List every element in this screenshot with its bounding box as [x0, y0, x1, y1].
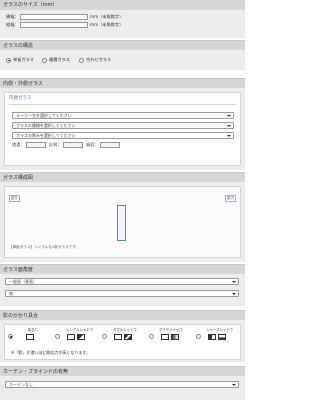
shadow-note: ※「影」が濃いほど熱応力が高くなります。 — [11, 350, 90, 355]
shadow-single-icon — [77, 334, 85, 340]
shadow-label-none: 影なし — [28, 328, 39, 332]
incidence-section-header: ガラス面角度 — [0, 264, 245, 274]
shadow-radio-sharp[interactable] — [196, 334, 201, 339]
chevron-down-icon — [232, 280, 236, 283]
shadow-gradient-icon — [171, 334, 179, 340]
structure-radio-double[interactable] — [42, 57, 47, 63]
reflect-value — [63, 142, 83, 148]
angle-select-label: 一般面（垂直） — [9, 279, 37, 284]
curtain-select-label: カーテンなし — [9, 382, 33, 387]
glass-type-select[interactable]: ガラスの種類を選択してください — [12, 122, 234, 129]
reflect-label: 反射： — [49, 142, 62, 147]
shadow-radio-gradient[interactable] — [149, 334, 154, 339]
diagram-caption: 【単板ガラス】シンプルな1枚ガラスです。 — [9, 245, 79, 249]
size-section-header: ガラスのサイズ（mm） — [0, 0, 245, 10]
shadow-radio-double[interactable] — [102, 334, 107, 339]
structure-option-laminated[interactable]: 合わせガラス — [86, 57, 111, 63]
chevron-down-icon — [232, 383, 236, 386]
diagram-section-header: ガラス構成図 — [0, 172, 245, 182]
direction-select-label: 南 — [9, 291, 13, 296]
outside-tag: 屋外 — [9, 195, 20, 202]
shadow-gradient-icon — [161, 334, 169, 340]
transmit-label: 透過： — [12, 142, 25, 147]
width-label: 横幅： — [6, 14, 19, 19]
shadow-option-none[interactable]: 影なし — [8, 328, 52, 344]
shadow-radio-single[interactable] — [55, 334, 60, 339]
shadow-section: 影のかかり具合 影なし シングルシャドウ ダブルシャドウ グラデシャドウ シャー… — [0, 310, 245, 362]
maker-select-label: メーカー名を選択してください — [16, 113, 72, 118]
shadow-label-gradient: グラデシャドウ — [159, 328, 183, 332]
inner-outer-section-header: 内側・外側ガラス — [0, 78, 245, 88]
shadow-label-double: ダブルシャドウ — [113, 328, 137, 332]
structure-option-single[interactable]: 単板ガラス — [13, 57, 34, 63]
shadow-label-sharp: シャープシャドウ — [206, 328, 233, 332]
shadow-none-icon — [26, 334, 34, 340]
inner-glass-card: 内側ガラス メーカー名を選択してください ガラスの種類を選択してください ガラス… — [4, 92, 241, 166]
direction-select[interactable]: 南 — [5, 290, 239, 297]
chevron-down-icon — [227, 124, 231, 127]
inner-glass-card-title: 内側ガラス — [9, 96, 32, 101]
shadow-option-sharp[interactable]: シャープシャドウ — [196, 328, 240, 344]
height-unit-hint: mm（半角数字） — [90, 22, 124, 27]
curtain-section-header: カーテン・ブラインドの有無 — [0, 366, 245, 376]
shadow-double-icon — [114, 334, 122, 340]
maker-select[interactable]: メーカー名を選択してください — [12, 112, 234, 119]
shadow-options-card: 影なし シングルシャドウ ダブルシャドウ グラデシャドウ シャープシャドウ ※「… — [4, 324, 241, 360]
structure-radio-laminated[interactable] — [79, 57, 84, 63]
diagram-card: 屋外 屋内 【単板ガラス】シンプルな1枚ガラスです。 — [4, 186, 241, 258]
inside-tag: 屋内 — [225, 195, 236, 202]
height-label: 縦幅： — [6, 22, 19, 27]
inner-outer-section: 内側・外側ガラス 内側ガラス メーカー名を選択してください ガラスの種類を選択し… — [0, 78, 245, 170]
width-unit-hint: mm（半角数字） — [90, 14, 124, 19]
structure-section-header: ガラスの構造 — [0, 40, 245, 50]
shadow-option-single[interactable]: シングルシャドウ — [55, 328, 99, 344]
width-input[interactable] — [20, 14, 88, 20]
absorb-label: 吸収： — [86, 142, 99, 147]
transmit-value — [26, 142, 46, 148]
curtain-select[interactable]: カーテンなし — [5, 381, 239, 388]
diagram-section: ガラス構成図 屋外 屋内 【単板ガラス】シンプルな1枚ガラスです。 — [0, 172, 245, 262]
shadow-sharp-icon — [218, 334, 226, 340]
shadow-label-single: シングルシャドウ — [66, 328, 94, 332]
glass-thickness-select[interactable]: ガラスの厚みを選択してください — [12, 132, 234, 139]
angle-select[interactable]: 一般面（垂直） — [5, 278, 239, 285]
glass-type-select-label: ガラスの種類を選択してください — [16, 123, 76, 128]
chevron-down-icon — [227, 114, 231, 117]
shadow-single-icon — [67, 334, 75, 340]
curtain-section: カーテン・ブラインドの有無 カーテンなし — [0, 366, 245, 400]
glass-pane-shape — [117, 205, 126, 241]
structure-option-double[interactable]: 複層ガラス — [49, 57, 70, 63]
shadow-double-icon — [124, 334, 132, 340]
height-input[interactable] — [20, 22, 88, 28]
shadow-section-header: 影のかかり具合 — [0, 310, 245, 320]
shadow-sharp-icon — [208, 334, 216, 340]
absorb-value — [100, 142, 120, 148]
glass-thickness-select-label: ガラスの厚みを選択してください — [16, 133, 76, 138]
inner-glass-title-rule — [9, 104, 236, 105]
incidence-section: ガラス面角度 一般面（垂直） 南 — [0, 264, 245, 306]
structure-radio-single[interactable] — [6, 57, 11, 63]
chevron-down-icon — [232, 292, 236, 295]
structure-section: ガラスの構造 単板ガラス 複層ガラス 合わせガラス — [0, 40, 245, 70]
chevron-down-icon — [227, 134, 231, 137]
shadow-option-gradient[interactable]: グラデシャドウ — [149, 328, 193, 344]
size-section: ガラスのサイズ（mm） 横幅： mm（半角数字） 縦幅： mm（半角数字） — [0, 0, 245, 38]
shadow-option-double[interactable]: ダブルシャドウ — [102, 328, 146, 344]
shadow-radio-none[interactable] — [8, 334, 13, 339]
